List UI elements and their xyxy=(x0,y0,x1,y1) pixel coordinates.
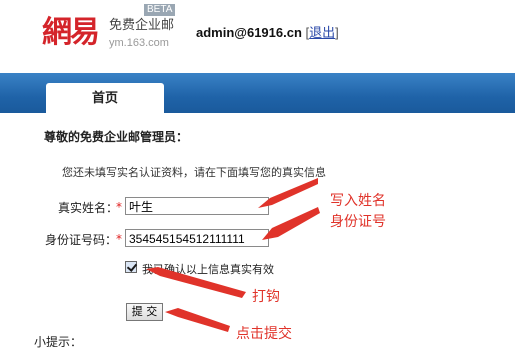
annotation-click-submit: 点击提交 xyxy=(236,326,292,342)
annotation-check: 打钩 xyxy=(252,289,280,305)
arrow-to-id-input xyxy=(262,207,320,240)
annotation-fill-name: 写入姓名 xyxy=(330,193,386,209)
annotation-id-number: 身份证号 xyxy=(330,214,386,230)
arrow-to-submit xyxy=(165,308,230,332)
arrow-to-name-input xyxy=(258,178,318,208)
arrow-to-checkbox xyxy=(146,267,246,298)
